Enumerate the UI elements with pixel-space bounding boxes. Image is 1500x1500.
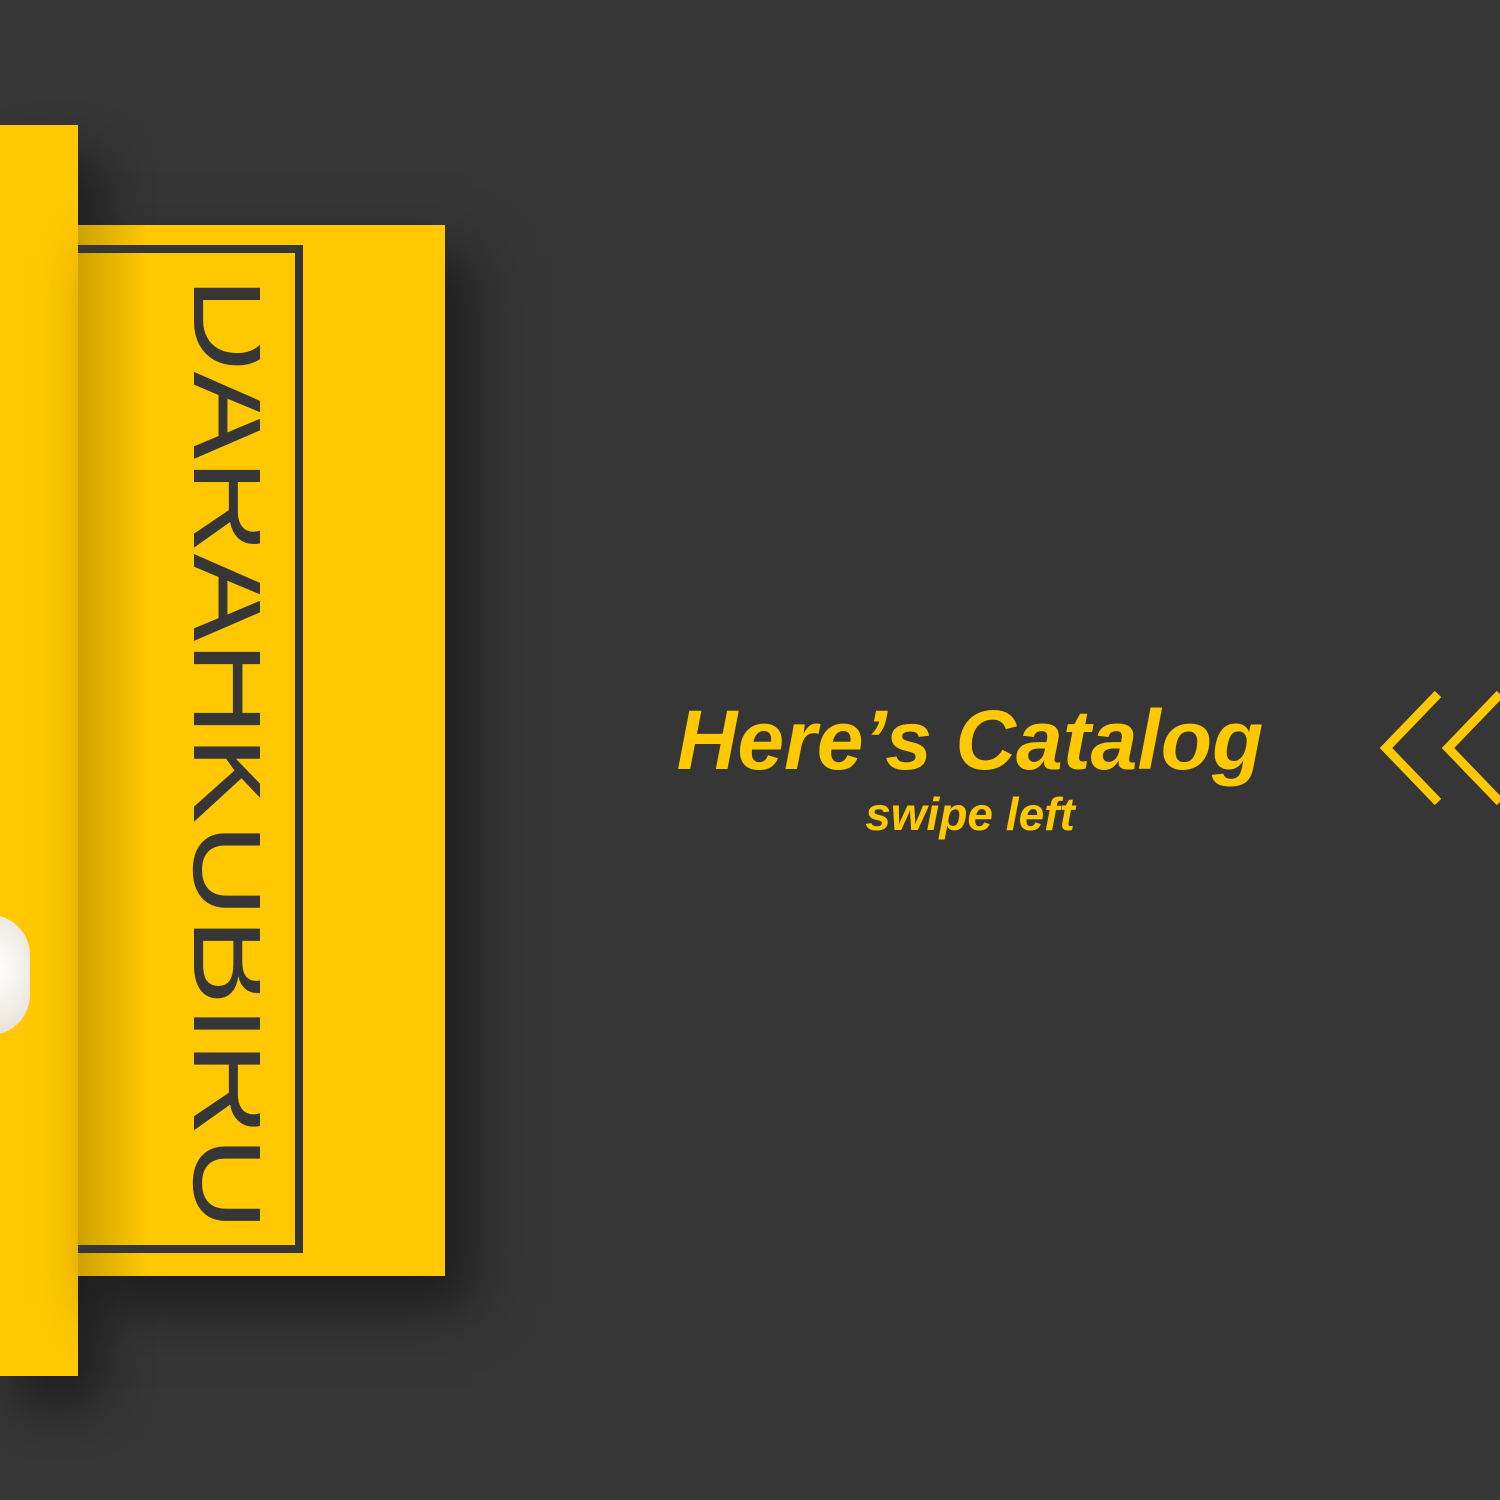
brand-logo-svg: DARAHKUBIRU [168,277,260,1231]
chevron-left-icon [1379,690,1442,806]
catalog-callout: Here’s Catalog swipe left [620,690,1320,842]
slide: DARAHKUBIRU Here’s Catalog swipe left [0,0,1500,1500]
brand-name: DARAHKUBIRU [168,277,260,1231]
chevron-left-icon [1441,690,1500,806]
double-chevron-left-icon[interactable] [1378,690,1500,806]
back-yellow-panel [0,125,78,1376]
swipe-hint[interactable]: swipe left [620,786,1320,842]
brand-logo: DARAHKUBIRU [160,277,260,1231]
catalog-title: Here’s Catalog [676,693,1264,787]
front-yellow-panel [78,225,445,1276]
product-image-partial [0,915,30,1035]
